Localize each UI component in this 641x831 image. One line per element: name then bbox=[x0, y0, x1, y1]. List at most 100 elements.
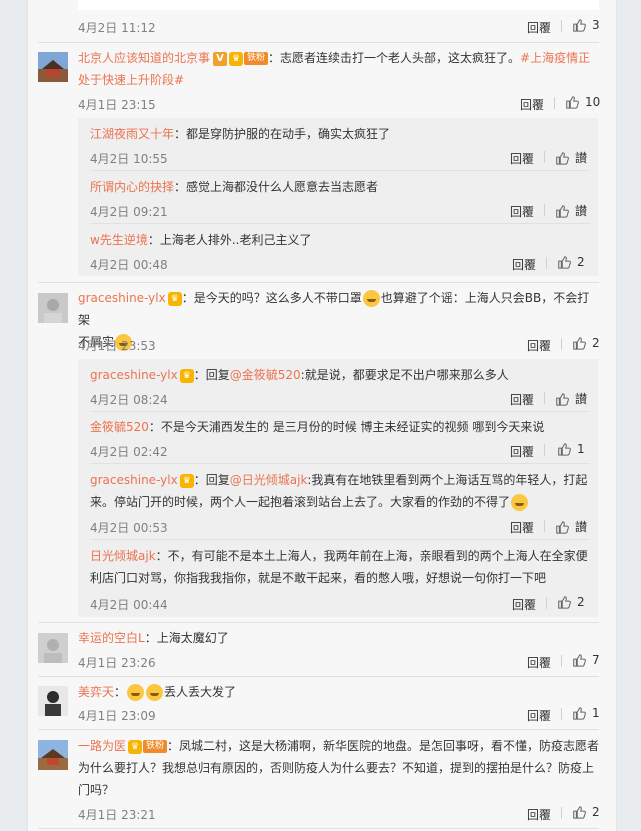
comment-time: 4月1日 23:26 bbox=[78, 656, 156, 670]
comment-body: graceshine-ylx ♛ ：是今天的吗？这么多人不带口罩 也算避了个谣：上海人… bbox=[78, 290, 590, 351]
avatar[interactable] bbox=[38, 686, 68, 716]
reply-button[interactable]: 回覆 bbox=[510, 519, 534, 536]
avatar[interactable] bbox=[38, 740, 68, 770]
like-count: 2 bbox=[592, 805, 600, 819]
divider bbox=[38, 622, 599, 623]
comment-time: 4月2日 10:55 bbox=[90, 152, 168, 166]
reply-button[interactable]: 回覆 bbox=[527, 806, 551, 823]
like-button[interactable]: 讃 bbox=[555, 390, 587, 407]
avatar-image bbox=[38, 740, 68, 770]
username-link[interactable]: 日光倾城ajk bbox=[90, 549, 156, 563]
avatar[interactable] bbox=[38, 633, 68, 663]
reply-button[interactable]: 回覆 bbox=[527, 19, 551, 36]
divider bbox=[544, 204, 545, 216]
reply-button[interactable]: 回覆 bbox=[512, 596, 536, 613]
divider bbox=[544, 520, 545, 532]
like-button[interactable]: 7 bbox=[572, 653, 600, 667]
divider bbox=[38, 282, 599, 283]
comment-time: 4月2日 00:48 bbox=[90, 258, 168, 272]
username-link[interactable]: graceshine-ylx bbox=[78, 291, 166, 305]
like-count: 3 bbox=[592, 18, 600, 32]
like-count: 7 bbox=[592, 653, 600, 667]
username-link[interactable]: graceshine-ylx bbox=[90, 473, 178, 487]
crown-icon: ♛ bbox=[179, 473, 194, 488]
reply-button[interactable]: 回覆 bbox=[510, 150, 534, 167]
like-button[interactable]: 1 bbox=[572, 706, 600, 720]
username-link[interactable]: 北京人应该知道的北京事 bbox=[78, 51, 210, 65]
divider bbox=[38, 676, 599, 677]
thumbs-up-icon bbox=[573, 654, 586, 667]
divider bbox=[561, 338, 562, 350]
divider bbox=[90, 170, 590, 171]
reply-button[interactable]: 回覆 bbox=[510, 443, 534, 460]
like-label: 讃 bbox=[575, 392, 588, 406]
crown-icon: ♛ bbox=[167, 291, 182, 306]
like-button[interactable]: 2 bbox=[572, 336, 600, 350]
username-link[interactable]: 幸运的空白L bbox=[78, 631, 145, 645]
mention-link[interactable]: @日光倾城ajk bbox=[230, 473, 308, 487]
avatar-image bbox=[38, 686, 68, 716]
like-button[interactable]: 讃 bbox=[555, 202, 587, 219]
like-count: 10 bbox=[585, 95, 601, 109]
crown-icon: ♛ bbox=[179, 368, 194, 383]
like-button[interactable]: 2 bbox=[557, 595, 585, 609]
username-link[interactable]: 美弈天 bbox=[78, 685, 114, 699]
like-button[interactable]: 3 bbox=[572, 18, 600, 32]
comment-time: 4月2日 00:44 bbox=[90, 598, 168, 612]
comment-body: 一路为医 ♛ 铁粉 ：凤城二村，这是大杨浦啊，新华医院的地盘。是怎回事呀，看不懂，防疫… bbox=[78, 739, 600, 797]
divider bbox=[90, 223, 590, 224]
avatar-image bbox=[38, 633, 68, 663]
like-button[interactable]: 2 bbox=[557, 255, 585, 269]
avatar[interactable] bbox=[38, 52, 68, 82]
username-link[interactable]: graceshine-ylx bbox=[90, 368, 178, 382]
thumbs-up-icon bbox=[566, 96, 579, 109]
thumbs-up-icon bbox=[558, 256, 571, 269]
mention-link[interactable]: @金筱毓520 bbox=[230, 368, 301, 382]
sub-comment-body: 金筱毓520：不是今天浦西发生的 是三月份的时候 博主未经证实的视频 哪到今天来… bbox=[90, 420, 545, 434]
divider bbox=[38, 828, 599, 829]
sub-comment-body: graceshine-ylx ♛ ：回复@日光倾城ajk:我真有在地铁里看到两个上海… bbox=[90, 473, 588, 511]
divider bbox=[544, 444, 545, 456]
thumbs-up-icon bbox=[573, 337, 586, 350]
thumbs-up-icon bbox=[556, 520, 569, 534]
divider bbox=[90, 539, 590, 540]
like-button[interactable]: 10 bbox=[565, 95, 600, 109]
avatar[interactable] bbox=[38, 293, 68, 323]
username-link[interactable]: 江湖夜雨又十年 bbox=[90, 127, 174, 141]
like-button[interactable]: 2 bbox=[572, 805, 600, 819]
divider bbox=[544, 151, 545, 163]
thumbs-up-icon bbox=[573, 806, 586, 819]
sub-comment-body: 日光倾城ajk：不，有可能不是本土上海人，我两年前在上海，亲眼看到的两个上海人在… bbox=[90, 549, 588, 585]
reply-button[interactable]: 回覆 bbox=[527, 337, 551, 354]
reply-button[interactable]: 回覆 bbox=[527, 654, 551, 671]
reply-button[interactable]: 回覆 bbox=[520, 96, 544, 113]
like-count: 1 bbox=[592, 706, 600, 720]
divider bbox=[561, 807, 562, 819]
divider bbox=[554, 97, 555, 109]
like-button[interactable]: 1 bbox=[557, 442, 585, 456]
like-button[interactable]: 讃 bbox=[555, 149, 587, 166]
reply-button[interactable]: 回覆 bbox=[510, 391, 534, 408]
reply-button[interactable]: 回覆 bbox=[512, 256, 536, 273]
username-link[interactable]: 金筱毓520 bbox=[90, 420, 149, 434]
like-count: 1 bbox=[577, 442, 585, 456]
divider bbox=[90, 463, 590, 464]
username-link[interactable]: w先生逆境 bbox=[90, 233, 148, 247]
comment-body: 美弈天： 丢人丢大发了 bbox=[78, 684, 237, 701]
sub-comment-body: 所谓内心的抉择：感觉上海都没什么人愿意去当志愿者 bbox=[90, 180, 379, 194]
reply-button[interactable]: 回覆 bbox=[527, 707, 551, 724]
sub-comment-body: graceshine-ylx ♛ ：回复@金筱毓520:就是说，都要求足不出户哪来那… bbox=[90, 368, 509, 383]
avatar-image bbox=[38, 52, 68, 82]
emoji-icon bbox=[511, 494, 529, 511]
sub-comment-body: w先生逆境：上海老人排外..老利己主义了 bbox=[90, 233, 312, 247]
like-label: 讃 bbox=[575, 520, 588, 534]
crown-icon: ♛ bbox=[229, 51, 244, 66]
like-button[interactable]: 讃 bbox=[555, 518, 587, 535]
divider bbox=[90, 411, 590, 412]
comment-body: 幸运的空白L：上海太魔幻了 bbox=[78, 631, 229, 645]
comment-time: 4月1日 23:21 bbox=[78, 808, 156, 822]
thumbs-up-icon bbox=[558, 596, 571, 609]
username-link[interactable]: 所谓内心的抉择 bbox=[90, 180, 174, 194]
username-link[interactable]: 一路为医 bbox=[78, 739, 126, 753]
reply-button[interactable]: 回覆 bbox=[510, 203, 534, 220]
